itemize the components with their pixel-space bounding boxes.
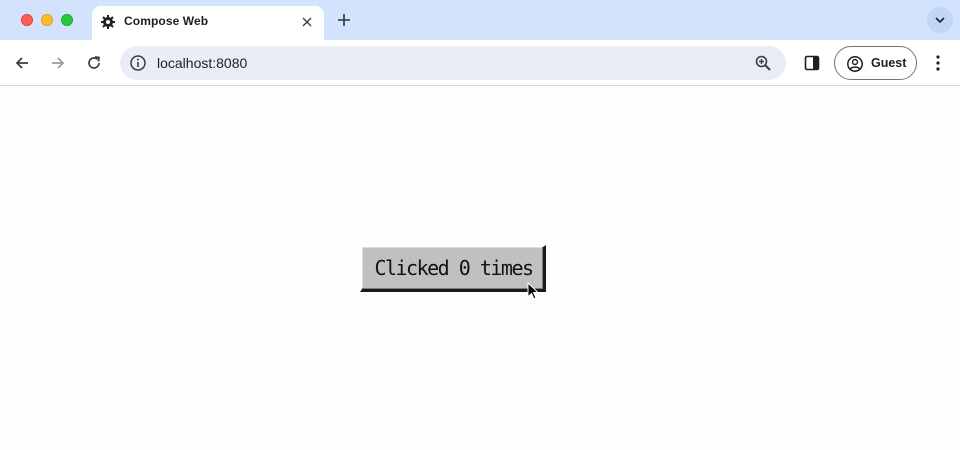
click-counter-label: Clicked 0 times — [374, 256, 534, 280]
chevron-down-icon[interactable] — [927, 7, 953, 33]
window-titlebar: Compose Web — [0, 0, 960, 40]
address-bar[interactable]: localhost:8080 — [120, 46, 786, 80]
mouse-pointer-icon — [527, 282, 540, 300]
account-circle-icon — [847, 56, 863, 72]
three-dots-vertical-icon[interactable] — [926, 51, 950, 75]
close-icon[interactable] — [298, 13, 316, 31]
page-content: Clicked 0 times — [0, 87, 960, 450]
arrow-right-icon[interactable] — [46, 51, 70, 75]
tab-title: Compose Web — [124, 14, 209, 28]
minimize-window-button[interactable] — [41, 14, 53, 26]
side-panel-icon[interactable] — [800, 51, 824, 75]
profile-button[interactable]: Guest — [834, 46, 917, 80]
info-icon[interactable] — [129, 54, 147, 72]
plus-icon[interactable] — [334, 10, 354, 30]
zoom-icon[interactable] — [754, 54, 772, 72]
browser-toolbar: localhost:8080 Guest — [0, 40, 960, 86]
arrow-left-icon[interactable] — [10, 51, 34, 75]
browser-tab-active[interactable]: Compose Web — [92, 6, 324, 40]
compose-gear-icon — [101, 15, 115, 29]
maximize-window-button[interactable] — [61, 14, 73, 26]
click-counter-button[interactable]: Clicked 0 times — [360, 245, 546, 292]
url-text[interactable]: localhost:8080 — [157, 55, 247, 71]
close-window-button[interactable] — [21, 14, 33, 26]
profile-label: Guest — [871, 56, 907, 70]
reload-icon[interactable] — [82, 51, 106, 75]
